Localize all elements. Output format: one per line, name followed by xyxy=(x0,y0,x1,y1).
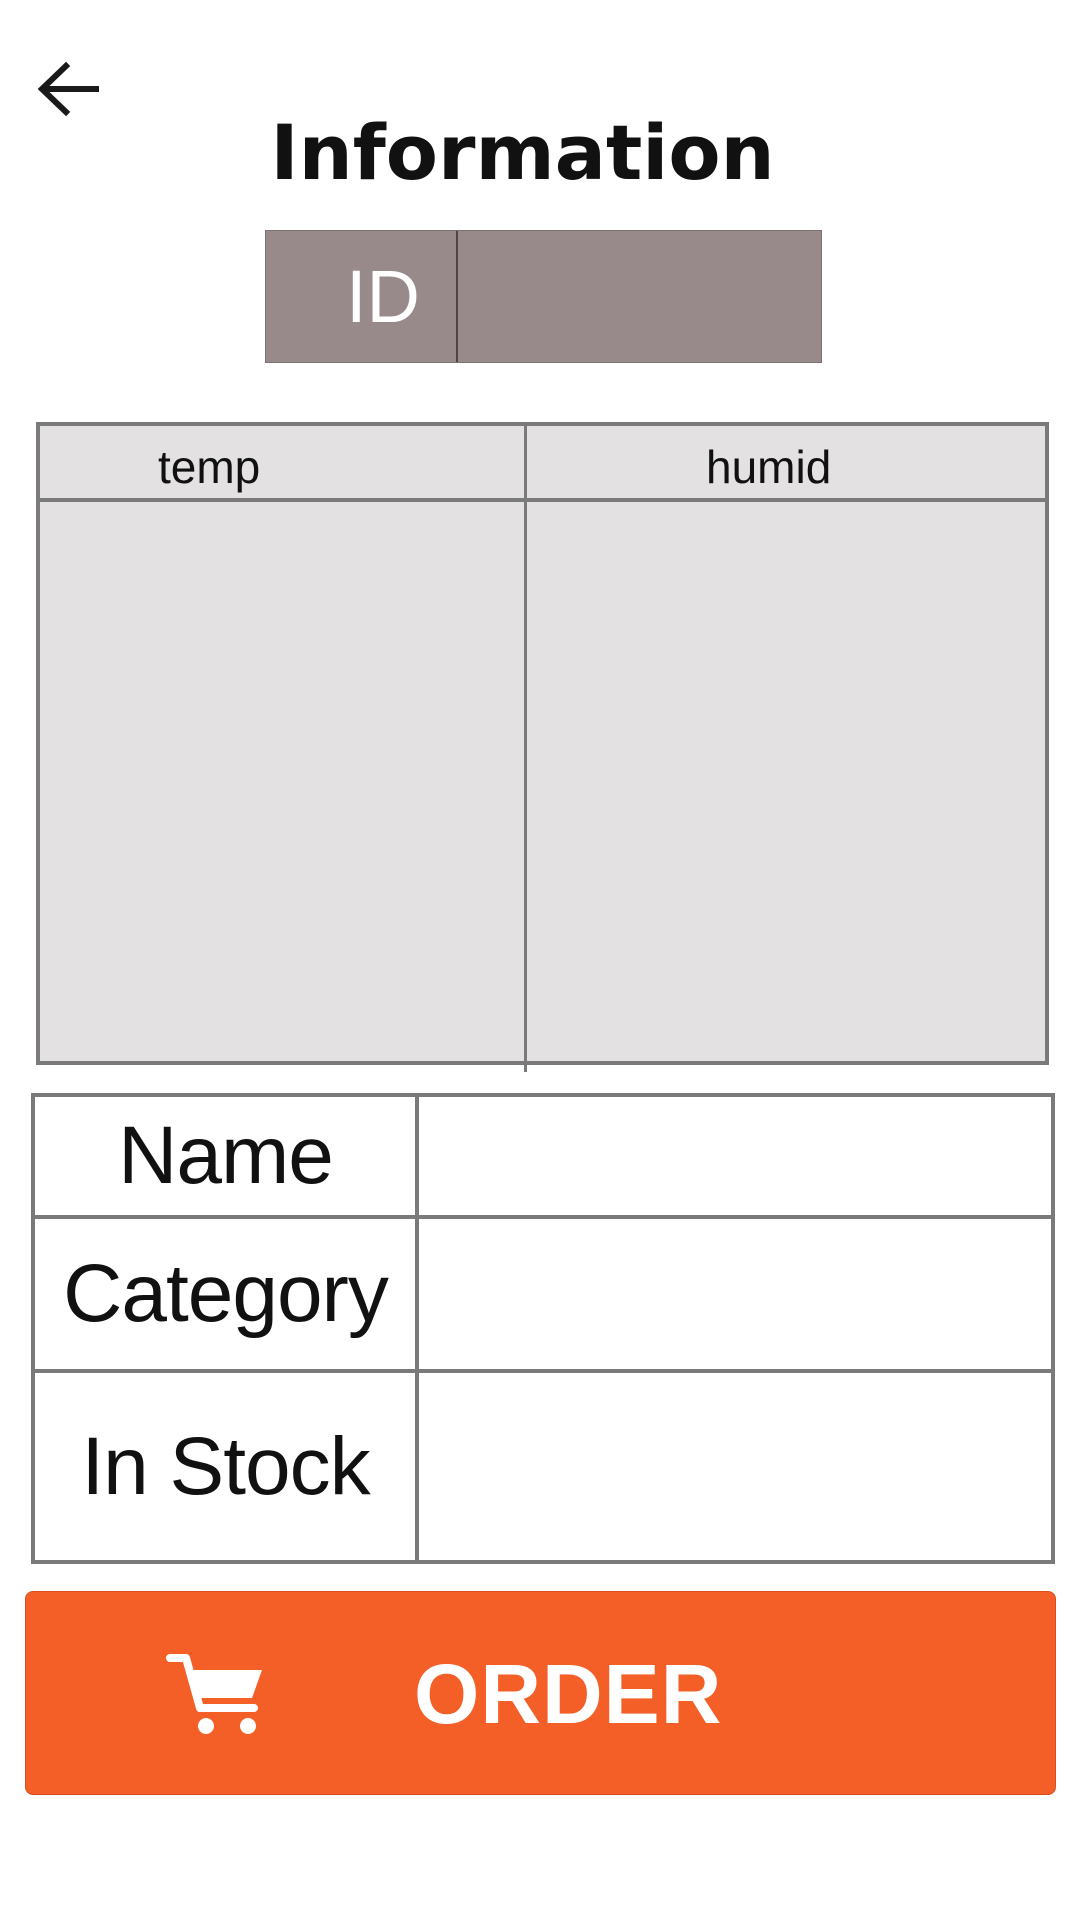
id-label: ID xyxy=(266,231,458,362)
order-label: ORDER xyxy=(414,1647,723,1741)
info-row-in-stock: In Stock xyxy=(35,1373,1051,1560)
column-header-temp: temp xyxy=(158,441,261,493)
cart-icon xyxy=(166,1654,262,1734)
info-row-category: Category xyxy=(35,1219,1051,1373)
sensor-table-header: temp humid xyxy=(40,426,1045,502)
sensor-table-body xyxy=(40,502,1045,1061)
in-stock-value xyxy=(420,1373,1051,1560)
id-field: ID xyxy=(265,230,822,363)
category-value xyxy=(420,1219,1051,1369)
id-value[interactable] xyxy=(458,231,821,362)
column-divider xyxy=(415,1097,419,1560)
sensor-table: temp humid xyxy=(36,422,1049,1072)
name-value xyxy=(420,1097,1051,1215)
column-divider xyxy=(524,422,527,1072)
in-stock-label: In Stock xyxy=(81,1420,370,1512)
category-label: Category xyxy=(63,1248,389,1339)
column-header-humid: humid xyxy=(706,441,832,493)
product-info-table: Name Category In Stock xyxy=(31,1093,1055,1564)
information-screen: Information ID temp humid Name Category … xyxy=(0,0,1080,1920)
page-title: Information xyxy=(270,108,775,197)
info-row-name: Name xyxy=(35,1097,1051,1219)
name-label: Name xyxy=(118,1110,334,1201)
order-button[interactable]: ORDER xyxy=(25,1591,1056,1795)
